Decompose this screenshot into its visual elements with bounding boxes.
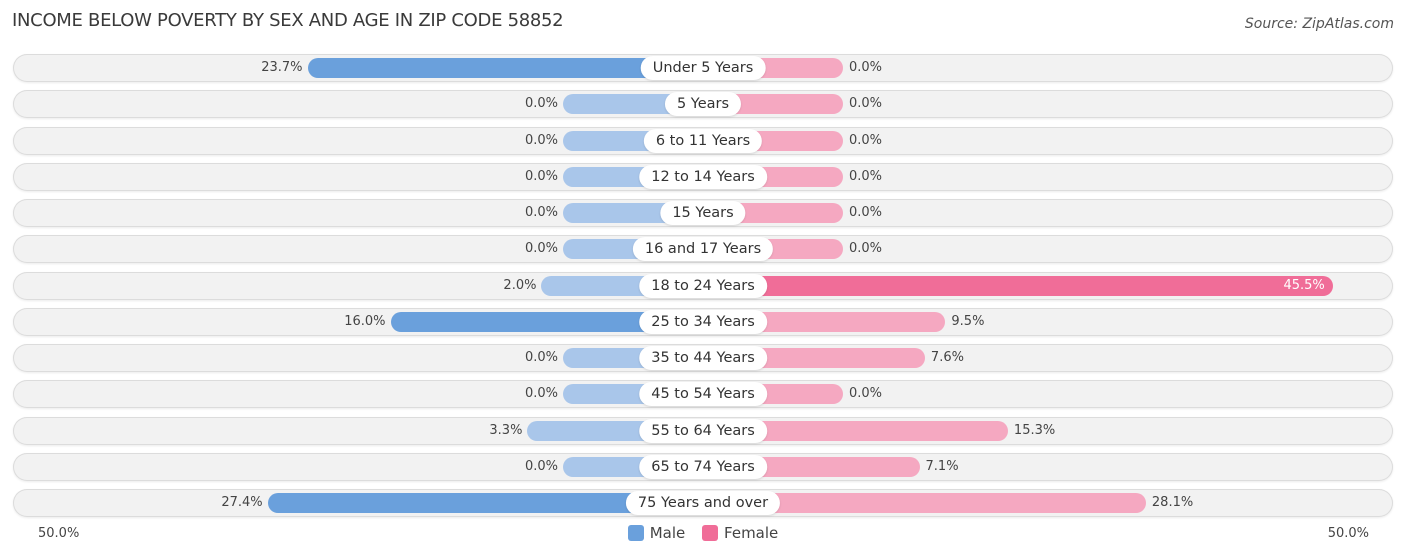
category-label: 18 to 24 Years xyxy=(639,273,767,298)
value-label-male: 0.0% xyxy=(524,96,558,112)
value-label-female: 0.0% xyxy=(849,241,883,257)
value-label-male: 3.3% xyxy=(489,422,523,438)
chart-row: 0.0% 0.0% 5 Years xyxy=(13,90,1393,119)
value-label-male: 27.4% xyxy=(221,495,263,510)
chart-row: 3.3% 15.3% 55 to 64 Years xyxy=(13,416,1393,445)
chart-title: INCOME BELOW POVERTY BY SEX AND AGE IN Z… xyxy=(12,10,564,31)
category-label: 12 to 14 Years xyxy=(639,164,767,189)
legend-label-female: Female xyxy=(724,524,779,542)
legend-label-male: Male xyxy=(649,524,686,542)
value-label-male: 0.0% xyxy=(524,350,558,365)
value-label-male: 0.0% xyxy=(524,132,558,148)
legend-item-male: Male xyxy=(627,524,686,542)
value-label-female: 0.0% xyxy=(849,60,883,75)
value-label-male: 0.0% xyxy=(524,386,558,402)
category-label: 55 to 64 Years xyxy=(639,418,767,443)
category-label: 15 Years xyxy=(660,201,746,225)
legend-swatch-female xyxy=(702,525,719,541)
chart-row: 0.0% 7.1% 65 to 74 Years xyxy=(13,452,1393,481)
value-label-female: 0.0% xyxy=(849,132,883,148)
value-label-female: 7.1% xyxy=(925,458,959,474)
chart-row: 0.0% 7.6% 35 to 44 Years xyxy=(13,344,1393,372)
value-label-female: 0.0% xyxy=(849,168,883,184)
value-label-female: 45.5% xyxy=(1283,277,1325,293)
legend-item-female: Female xyxy=(702,524,778,542)
category-label: 75 Years and over xyxy=(625,491,781,515)
value-label-female: 9.5% xyxy=(951,313,985,329)
chart-row: 0.0% 0.0% 15 Years xyxy=(13,199,1393,227)
value-label-male: 16.0% xyxy=(344,313,386,329)
legend: Male Female xyxy=(0,524,1406,545)
value-label-male: 23.7% xyxy=(261,60,303,75)
chart-row: 23.7% 0.0% Under 5 Years xyxy=(13,54,1393,82)
category-label: 65 to 74 Years xyxy=(639,454,767,479)
chart-row: 27.4% 28.1% 75 Years and over xyxy=(13,489,1393,517)
bar-female xyxy=(703,275,1334,296)
chart-row: 2.0% 45.5% 18 to 24 Years xyxy=(13,271,1393,300)
category-label: 6 to 11 Years xyxy=(643,128,763,153)
value-label-male: 0.0% xyxy=(524,241,558,257)
value-label-female: 0.0% xyxy=(849,205,883,220)
value-label-female: 28.1% xyxy=(1151,495,1194,510)
legend-swatch-male xyxy=(627,525,644,541)
category-label: 5 Years xyxy=(664,92,742,117)
category-label: 35 to 44 Years xyxy=(639,346,767,370)
value-label-male: 0.0% xyxy=(524,458,558,474)
value-label-male: 0.0% xyxy=(524,168,558,184)
value-label-male: 2.0% xyxy=(503,277,537,293)
value-label-female: 0.0% xyxy=(849,386,883,402)
category-label: 16 and 17 Years xyxy=(632,237,774,262)
category-label: 25 to 34 Years xyxy=(639,309,767,334)
category-label: 45 to 54 Years xyxy=(639,382,767,407)
category-label: Under 5 Years xyxy=(640,56,766,80)
value-label-female: 15.3% xyxy=(1013,422,1056,438)
chart-row: 0.0% 0.0% 16 and 17 Years xyxy=(13,235,1393,264)
value-label-female: 7.6% xyxy=(930,350,964,365)
chart-row: 0.0% 0.0% 45 to 54 Years xyxy=(13,380,1393,409)
chart-row: 16.0% 9.5% 25 to 34 Years xyxy=(13,307,1393,336)
value-label-female: 0.0% xyxy=(849,96,883,112)
value-label-male: 0.0% xyxy=(524,205,558,220)
chart-row: 0.0% 0.0% 12 to 14 Years xyxy=(13,162,1393,191)
source-credit: Source: ZipAtlas.com xyxy=(1244,16,1394,32)
chart-row: 0.0% 0.0% 6 to 11 Years xyxy=(13,126,1393,155)
